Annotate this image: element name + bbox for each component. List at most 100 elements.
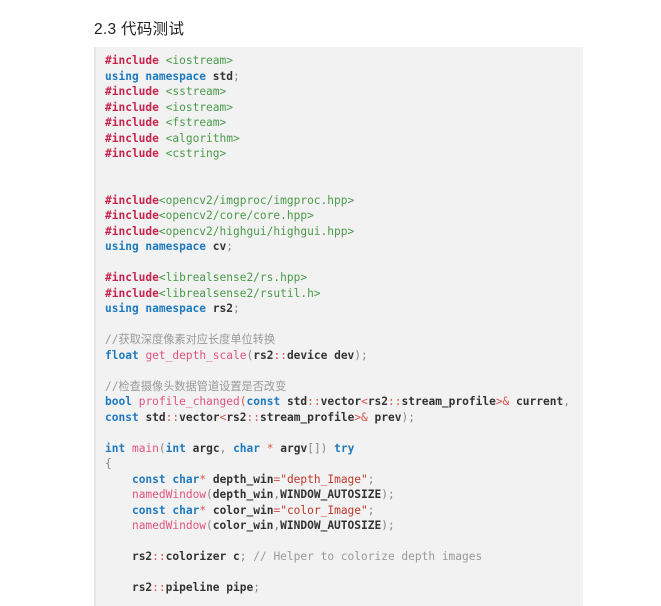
code-token: #include	[105, 193, 159, 207]
code-token: //检查摄像头数据管道设置是否改变	[105, 379, 287, 393]
code-line: ​	[105, 255, 583, 271]
code-token: ::	[152, 550, 166, 563]
code-token: using namespace	[105, 240, 207, 253]
code-token: int	[165, 441, 186, 455]
code-token: color_win	[206, 503, 274, 517]
code-token: namedWindow	[131, 488, 207, 501]
code-token: cv	[212, 240, 227, 253]
code-token: <opencv2/core/core.hpp>	[158, 209, 314, 222]
code-line: const char* color_win="color_Image";	[105, 503, 583, 519]
code-token: #include	[105, 116, 159, 129]
code-token: ::	[165, 410, 180, 424]
code-token: <iostream>	[165, 54, 233, 67]
code-token: vector	[320, 395, 362, 408]
code-token: colorizer c	[165, 550, 240, 563]
code-token: <librealsense2/rsutil.h>	[158, 286, 321, 300]
code-token: std	[286, 395, 308, 408]
code-token: prev	[367, 410, 402, 424]
code-line: #include <iostream>	[105, 100, 583, 116]
code-token: device dev	[286, 348, 355, 362]
code-line: ​	[105, 363, 583, 379]
code-token: ::	[246, 410, 261, 424]
code-line: //获取深度像素对应长度单位转换	[105, 332, 583, 348]
code-line: #include <cstring>	[105, 146, 583, 162]
code-token: vector	[179, 410, 220, 424]
code-token: WINDOW_AUTOSIZE	[280, 488, 382, 501]
code-token: depth_win	[206, 472, 274, 486]
code-line: #include<librealsense2/rs.hpp>	[105, 270, 583, 286]
code-token: (	[239, 395, 247, 408]
code-token: <	[361, 395, 368, 408]
code-line: rs2::pipeline pipe;	[105, 580, 583, 596]
code-token: stream_profile	[401, 395, 496, 408]
code-token: char	[233, 441, 261, 455]
code-token: (	[158, 441, 166, 455]
code-token: ;	[253, 581, 260, 594]
code-token: ;	[233, 302, 240, 315]
code-token: ::	[307, 395, 321, 408]
code-token: main	[131, 441, 159, 455]
code-token: rs2	[367, 395, 389, 408]
code-token: int	[105, 441, 126, 455]
code-line: int main(int argc, char * argv[]) try	[105, 441, 583, 457]
code-line: using namespace cv;	[105, 239, 583, 255]
code-token: <opencv2/imgproc/imgproc.hpp>	[158, 193, 355, 207]
code-token: ;	[367, 503, 375, 517]
code-token: ::	[152, 581, 166, 594]
code-line: #include<opencv2/imgproc/imgproc.hpp>	[105, 193, 583, 209]
code-token: #include	[105, 54, 159, 67]
code-token: <fstream>	[165, 116, 227, 129]
code-token: <iostream>	[165, 100, 233, 114]
code-token: namedWindow	[131, 519, 207, 532]
code-line: ​	[105, 162, 583, 178]
code-line: float get_depth_scale(rs2::device dev);	[105, 348, 583, 364]
code-token: );	[401, 410, 415, 424]
code-token: ::	[388, 395, 402, 408]
code-token: (	[206, 488, 213, 501]
code-token: rs2	[131, 550, 153, 563]
code-token: ;	[239, 550, 254, 563]
code-token: *	[266, 441, 274, 455]
code-line: ​	[105, 177, 583, 193]
code-token: float	[105, 348, 139, 362]
code-token: depth_win	[212, 488, 274, 501]
code-token: char	[172, 472, 200, 486]
code-token: const	[131, 472, 166, 486]
code-token: //获取深度像素对应长度单位转换	[105, 333, 276, 346]
code-token: <algorithm>	[165, 131, 240, 145]
code-token: {	[105, 457, 112, 470]
code-line: ​	[105, 425, 583, 441]
code-token: profile_changed	[138, 395, 240, 408]
code-token: rs2	[253, 348, 274, 362]
code-token: bool	[105, 395, 132, 408]
code-token: get_depth_scale	[145, 348, 247, 362]
code-token: color_win	[212, 519, 274, 532]
code-token: "color_Image"	[280, 503, 368, 517]
code-token: #include	[105, 224, 159, 238]
code-content: #include <iostream> using namespace std; #…	[96, 47, 583, 606]
code-line: #include <iostream>	[105, 53, 583, 69]
code-token: const	[105, 410, 139, 424]
code-token: >&	[354, 410, 368, 424]
code-token: current	[509, 395, 564, 408]
code-token: argv	[273, 441, 308, 455]
code-token: ,	[219, 441, 234, 455]
code-token: #include	[105, 147, 159, 160]
code-token: WINDOW_AUTOSIZE	[280, 519, 382, 532]
code-token: const	[246, 395, 281, 408]
code-line: #include <fstream>	[105, 115, 583, 131]
page-title: 2.3 代码测试	[94, 21, 185, 38]
